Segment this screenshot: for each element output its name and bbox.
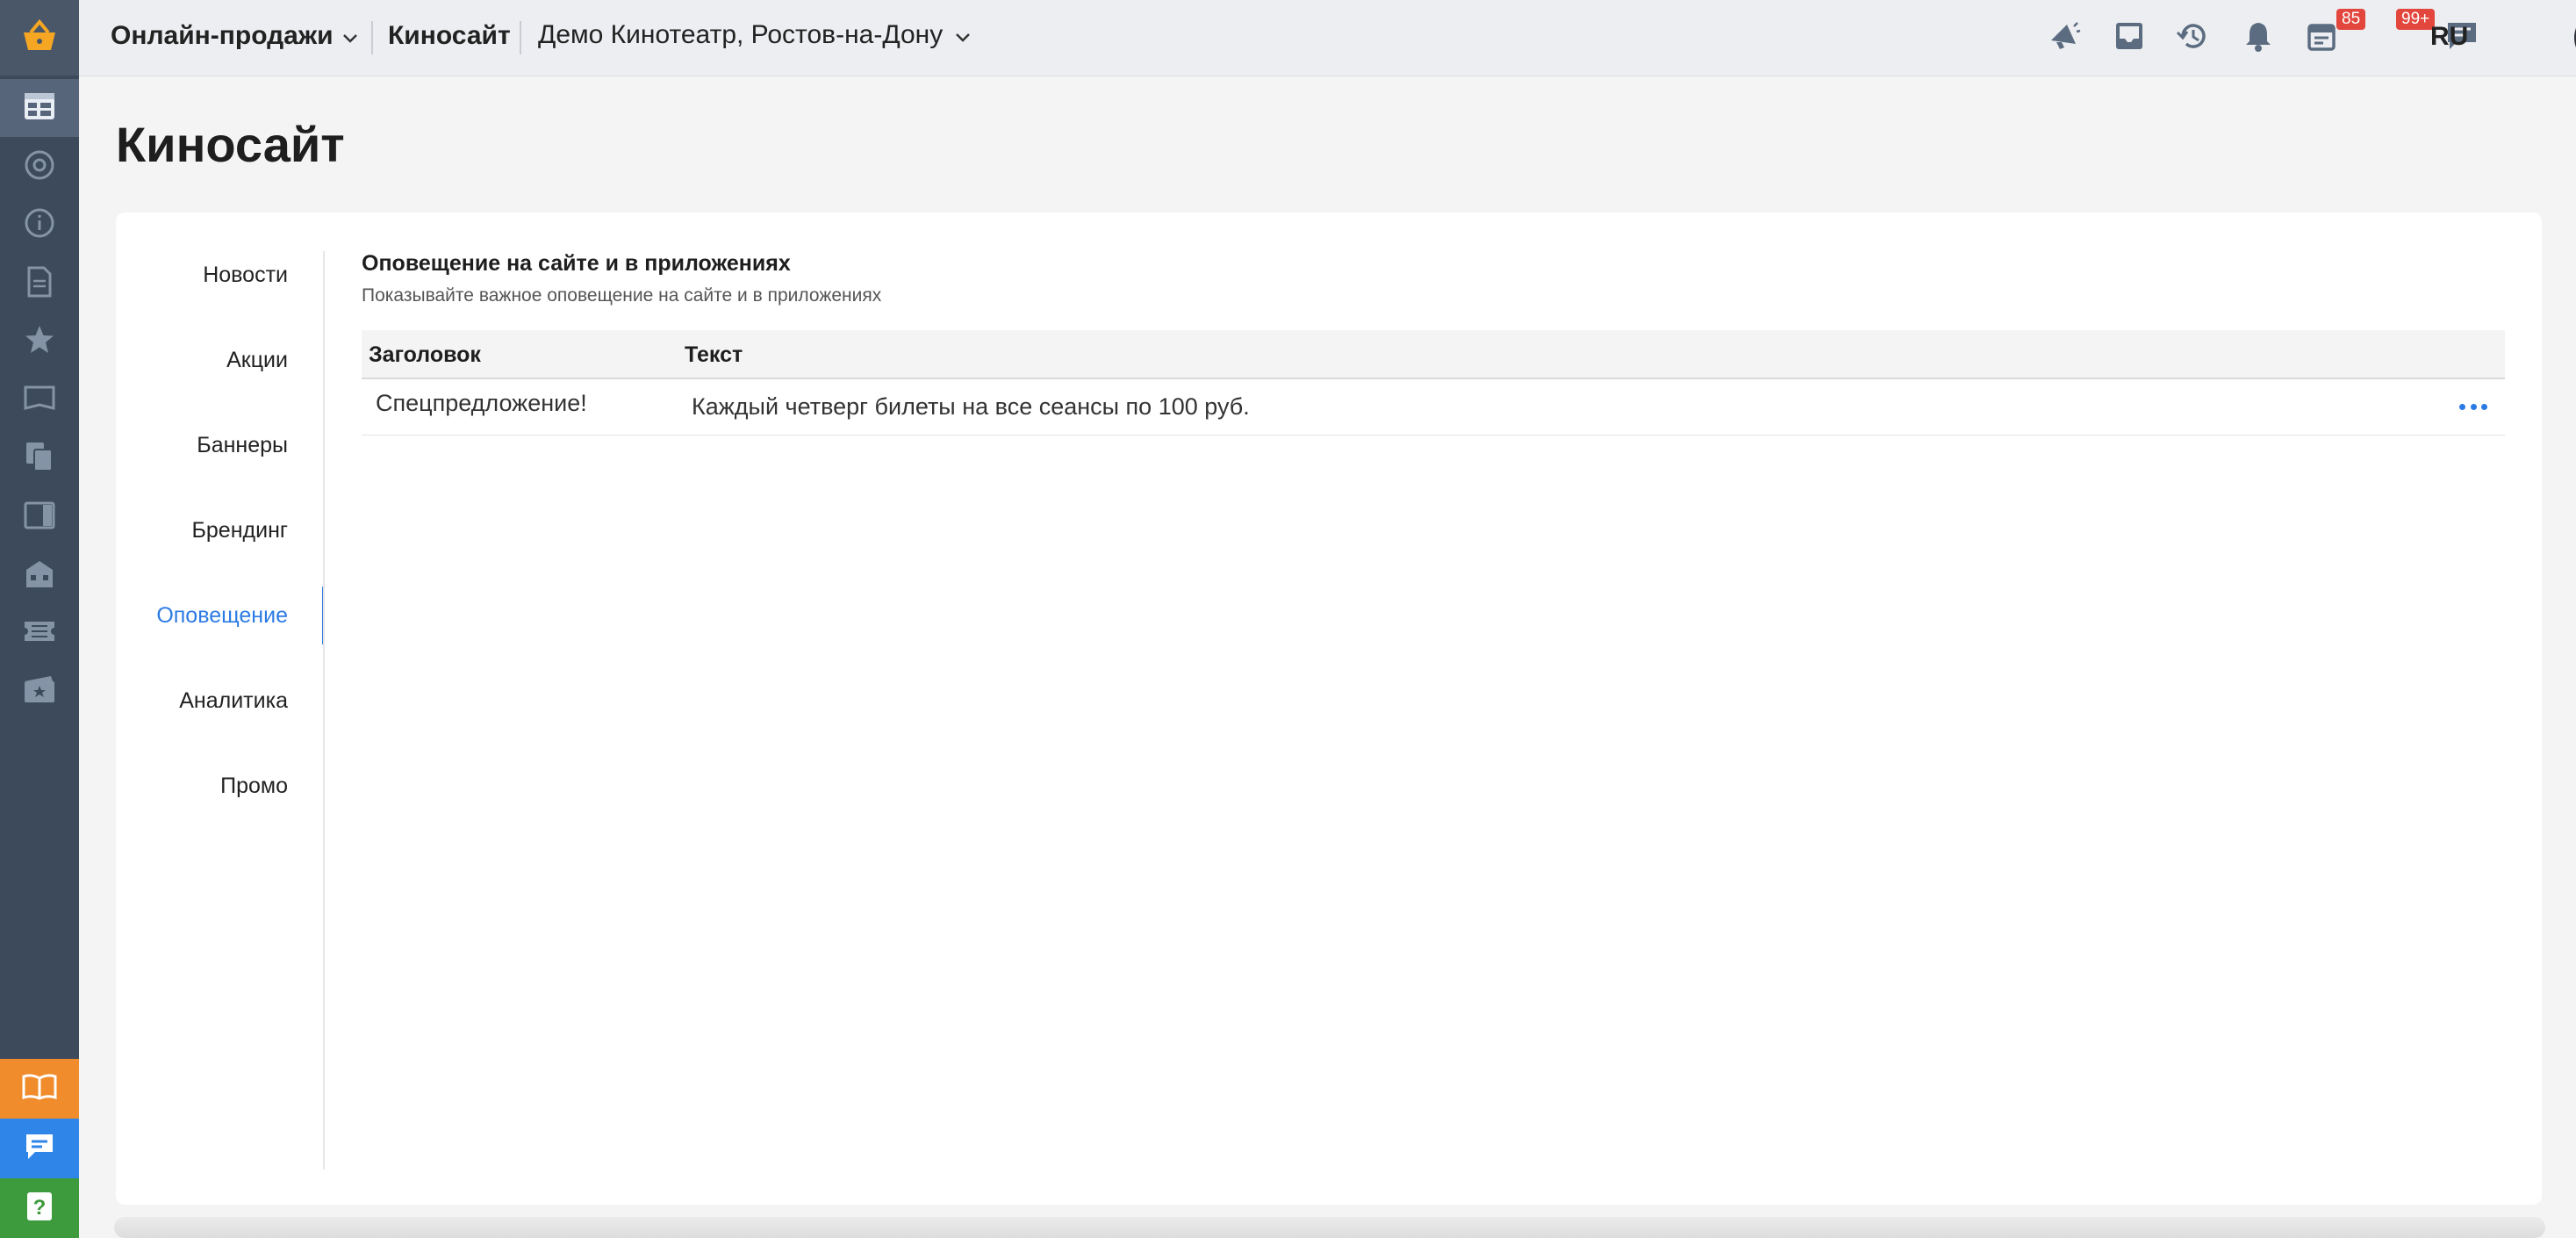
building-icon: [23, 558, 56, 594]
star-icon: [24, 325, 55, 359]
section-subtitle: Показывайте важное оповещение на сайте и…: [362, 285, 882, 306]
tasks-badge: 99+: [2396, 9, 2436, 30]
history-icon: [2176, 20, 2209, 56]
rail-item-cinemas[interactable]: [0, 546, 79, 604]
inbox-button[interactable]: [2109, 18, 2149, 58]
chevron-down-icon: [955, 20, 971, 50]
nav-item-news[interactable]: Новости: [116, 246, 325, 304]
column-header-text: Текст: [685, 342, 743, 367]
film-icon: [23, 674, 56, 709]
row-title: Спецпредложение!: [376, 390, 587, 416]
product-switcher[interactable]: Онлайн-продажи: [111, 21, 358, 51]
nav-item-branding[interactable]: Брендинг: [116, 501, 325, 559]
nav-item-banners[interactable]: Баннеры: [116, 416, 325, 474]
language-switcher[interactable]: RU: [2430, 22, 2468, 52]
section-title: Киносайт: [388, 21, 511, 50]
history-button[interactable]: [2172, 18, 2213, 58]
rail-item-favorites[interactable]: [0, 313, 79, 371]
rail-item-copies[interactable]: [0, 429, 79, 487]
tasks-button[interactable]: [2301, 18, 2342, 58]
chat-icon: [25, 1133, 54, 1165]
divider: [371, 21, 373, 54]
help-icon: ?: [25, 1191, 54, 1227]
rail-item-tickets[interactable]: [0, 604, 79, 662]
column-header-title: Заголовок: [369, 342, 481, 367]
panel-icon: [24, 501, 55, 534]
nav-item-promo[interactable]: Промо: [116, 757, 325, 815]
info-icon: [24, 207, 55, 243]
more-dots-icon: [2459, 403, 2465, 410]
rail-item-info[interactable]: [0, 196, 79, 254]
alert-section: Оповещение на сайте и в приложениях Пока…: [362, 251, 2505, 435]
nav-divider: [323, 251, 325, 1170]
alerts-table: Заголовок Текст Спецпредложение! Каждый …: [362, 330, 2505, 435]
cinema-switcher[interactable]: Демо Кинотеатр, Ростов-на-Дону: [538, 20, 971, 50]
row-more-button[interactable]: [2456, 393, 2491, 420]
chevron-down-icon: [342, 21, 358, 51]
top-bar: Онлайн-продажи Киносайт Демо Кинотеатр, …: [79, 0, 2576, 76]
rail-help[interactable]: ?: [0, 1178, 79, 1238]
book-icon: [21, 1073, 58, 1105]
inbox-icon: [2114, 21, 2144, 55]
product-label: Онлайн-продажи: [111, 21, 334, 50]
content-card: Новости Акции Баннеры Брендинг Оповещени…: [116, 212, 2542, 1205]
map-icon: [23, 384, 56, 416]
at-icon: [24, 149, 55, 185]
nav-item-promotions[interactable]: Акции: [116, 331, 325, 389]
announcements-button[interactable]: [2044, 18, 2084, 58]
rail-item-hall-map[interactable]: [0, 371, 79, 428]
rail-item-mail[interactable]: [0, 138, 79, 196]
rail-chat-support[interactable]: [0, 1119, 79, 1178]
rail-item-films[interactable]: [0, 662, 79, 720]
bottom-shadow: [114, 1217, 2545, 1238]
divider: [520, 21, 521, 54]
svg-text:?: ?: [33, 1196, 47, 1220]
bell-icon: [2244, 20, 2272, 56]
megaphone-icon: [2048, 21, 2081, 55]
rail-item-documents[interactable]: [0, 255, 79, 313]
table-header: Заголовок Текст: [362, 330, 2505, 379]
copy-icon: [25, 441, 54, 477]
rail-item-panel[interactable]: [0, 488, 79, 546]
ticket-icon: [23, 618, 56, 649]
nav-item-analytics[interactable]: Аналитика: [116, 672, 325, 730]
calendar-icon: [2307, 21, 2336, 55]
notifications-button[interactable]: [2238, 18, 2278, 58]
schedule-icon: [23, 91, 56, 126]
basket-logo-icon: [20, 18, 59, 58]
rail-knowledge-base[interactable]: [0, 1059, 79, 1119]
row-text: Каждый четверг билеты на все сеансы по 1…: [692, 393, 1250, 420]
section-title: Оповещение на сайте и в приложениях: [362, 251, 791, 276]
app-logo[interactable]: [0, 0, 79, 76]
cinema-label: Демо Кинотеатр, Ростов-на-Дону: [538, 20, 944, 49]
table-row[interactable]: Спецпредложение! Каждый четверг билеты н…: [362, 379, 2505, 435]
document-icon: [26, 266, 53, 302]
left-rail: ?: [0, 0, 79, 1238]
rail-item-schedule[interactable]: [0, 79, 79, 137]
nav-item-alert[interactable]: Оповещение: [116, 587, 325, 644]
page-title: Киносайт: [116, 117, 345, 172]
